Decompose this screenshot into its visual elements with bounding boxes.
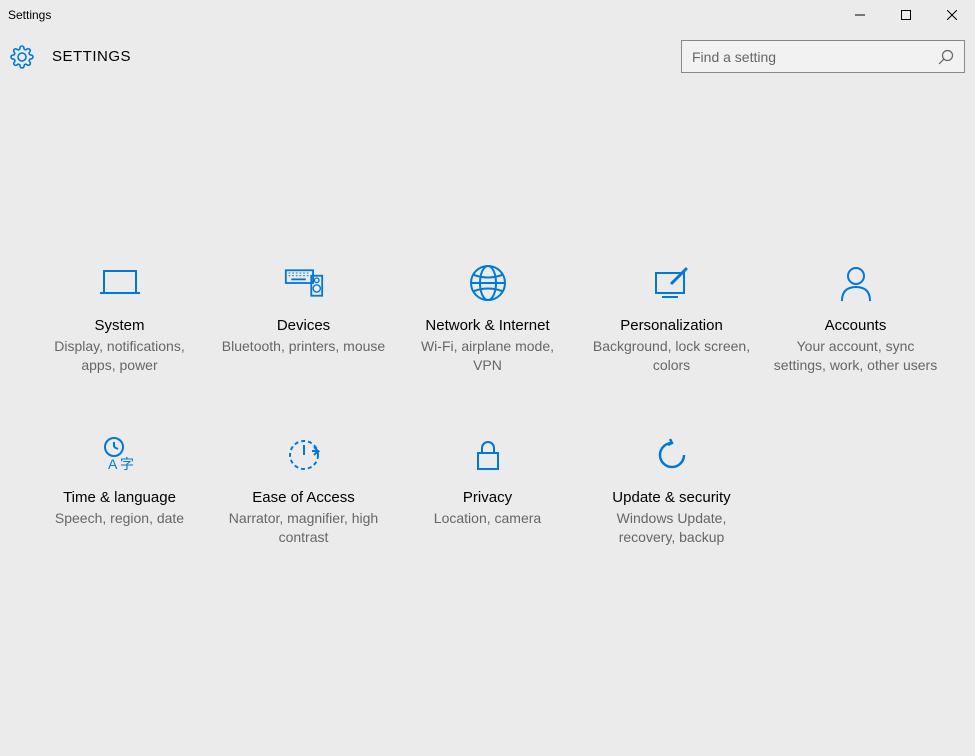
tile-accounts[interactable]: Accounts Your account, sync settings, wo… bbox=[764, 263, 948, 375]
personalization-icon bbox=[652, 263, 692, 303]
svg-text:A: A bbox=[108, 456, 118, 472]
minimize-icon bbox=[855, 10, 865, 20]
tile-time-language[interactable]: A 字 Time & language Speech, region, date bbox=[28, 435, 212, 547]
maximize-button[interactable] bbox=[883, 0, 929, 30]
tile-title: Devices bbox=[277, 317, 330, 334]
settings-gear-icon bbox=[10, 45, 34, 69]
tile-title: Accounts bbox=[825, 317, 887, 334]
tile-desc: Windows Update, recovery, backup bbox=[590, 509, 754, 547]
svg-text:字: 字 bbox=[120, 456, 134, 472]
tile-desc: Location, camera bbox=[434, 509, 541, 528]
system-icon bbox=[100, 263, 140, 303]
tile-desc: Display, notifications, apps, power bbox=[38, 337, 202, 375]
devices-icon bbox=[284, 263, 324, 303]
header: SETTINGS bbox=[0, 30, 975, 83]
search-input[interactable] bbox=[692, 49, 938, 65]
window-title: Settings bbox=[8, 8, 51, 22]
tile-desc: Narrator, magnifier, high contrast bbox=[222, 509, 386, 547]
tile-title: Personalization bbox=[620, 317, 723, 334]
update-icon bbox=[652, 435, 692, 475]
tile-update-security[interactable]: Update & security Windows Update, recove… bbox=[580, 435, 764, 547]
close-icon bbox=[947, 10, 957, 20]
tile-desc: Wi-Fi, airplane mode, VPN bbox=[406, 337, 570, 375]
time-language-icon: A 字 bbox=[100, 435, 140, 475]
maximize-icon bbox=[901, 10, 911, 20]
window-controls bbox=[837, 0, 975, 30]
ease-of-access-icon bbox=[284, 435, 324, 475]
search-icon bbox=[938, 49, 954, 65]
tile-system[interactable]: System Display, notifications, apps, pow… bbox=[28, 263, 212, 375]
tile-personalization[interactable]: Personalization Background, lock screen,… bbox=[580, 263, 764, 375]
page-title: SETTINGS bbox=[52, 48, 131, 65]
tile-desc: Your account, sync settings, work, other… bbox=[774, 337, 938, 375]
search-box[interactable] bbox=[681, 40, 965, 73]
tile-desc: Background, lock screen, colors bbox=[590, 337, 754, 375]
tile-ease-of-access[interactable]: Ease of Access Narrator, magnifier, high… bbox=[212, 435, 396, 547]
minimize-button[interactable] bbox=[837, 0, 883, 30]
header-left: SETTINGS bbox=[10, 45, 131, 69]
lock-icon bbox=[468, 435, 508, 475]
tile-title: Update & security bbox=[612, 489, 730, 506]
titlebar: Settings bbox=[0, 0, 975, 30]
tile-desc: Speech, region, date bbox=[55, 509, 184, 528]
globe-icon bbox=[468, 263, 508, 303]
tile-title: Privacy bbox=[463, 489, 512, 506]
tile-title: System bbox=[94, 317, 144, 334]
tile-privacy[interactable]: Privacy Location, camera bbox=[396, 435, 580, 547]
tile-devices[interactable]: Devices Bluetooth, printers, mouse bbox=[212, 263, 396, 375]
person-icon bbox=[836, 263, 876, 303]
tile-network[interactable]: Network & Internet Wi-Fi, airplane mode,… bbox=[396, 263, 580, 375]
tile-title: Time & language bbox=[63, 489, 176, 506]
tile-title: Ease of Access bbox=[252, 489, 355, 506]
tile-desc: Bluetooth, printers, mouse bbox=[222, 337, 385, 356]
tile-title: Network & Internet bbox=[425, 317, 549, 334]
tiles-grid: System Display, notifications, apps, pow… bbox=[8, 83, 968, 547]
close-button[interactable] bbox=[929, 0, 975, 30]
